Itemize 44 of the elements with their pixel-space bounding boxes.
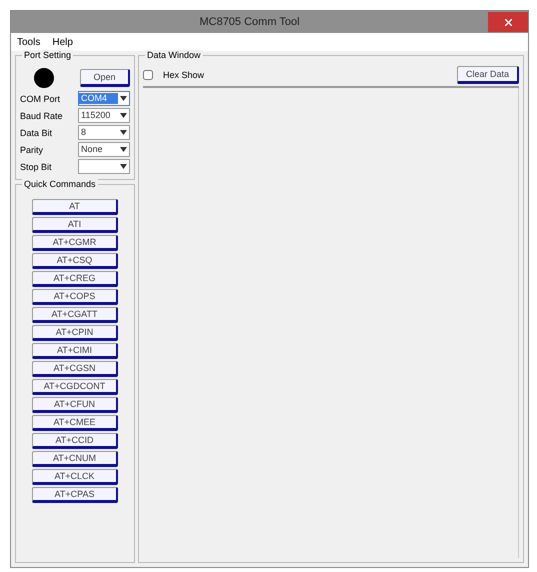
menu-item[interactable]: Tools bbox=[17, 36, 40, 48]
dropdown-field[interactable]: 115200 bbox=[78, 108, 130, 123]
command-button[interactable]: AT+CGATT bbox=[32, 307, 118, 323]
dropdown-field[interactable]: None bbox=[78, 142, 130, 157]
command-button[interactable]: AT+CMEE bbox=[32, 415, 118, 431]
field-label: Data Bit bbox=[20, 128, 52, 138]
caret-icon bbox=[120, 113, 127, 118]
caret-icon bbox=[120, 130, 127, 135]
field-label: Baud Rate bbox=[20, 110, 63, 120]
group-title: Quick Commands bbox=[22, 179, 98, 189]
command-button[interactable]: AT+COPS bbox=[32, 289, 118, 305]
caret-icon bbox=[120, 147, 127, 152]
command-button[interactable]: ATI bbox=[32, 217, 118, 233]
command-button[interactable]: AT+CGDCONT bbox=[32, 379, 118, 395]
menu-item[interactable]: Help bbox=[52, 36, 73, 48]
command-button[interactable]: AT bbox=[32, 199, 118, 215]
open-button[interactable]: Open bbox=[80, 69, 130, 87]
dropdown-field[interactable]: 8 bbox=[78, 125, 130, 140]
group-title: Data Window bbox=[145, 50, 203, 60]
group-title: Port Setting bbox=[22, 50, 74, 60]
dropdown-field[interactable]: COM4 bbox=[78, 91, 130, 106]
checkbox-label: Hex Show bbox=[163, 70, 204, 80]
command-button[interactable]: AT+CREG bbox=[32, 271, 118, 287]
clear-data-button[interactable]: Clear Data bbox=[457, 66, 519, 84]
field-label: Parity bbox=[20, 144, 44, 154]
close-button[interactable] bbox=[488, 12, 528, 32]
command-button[interactable]: AT+CCID bbox=[32, 433, 118, 449]
command-button[interactable]: AT+CLCK bbox=[32, 469, 118, 485]
caret-icon bbox=[120, 96, 127, 101]
command-button[interactable]: AT+CGMR bbox=[32, 235, 118, 251]
window-title: MC8705 Comm Tool bbox=[199, 16, 300, 28]
command-button[interactable]: AT+CPIN bbox=[32, 325, 118, 341]
caret-icon bbox=[120, 164, 127, 169]
field-label: COM Port bbox=[20, 94, 60, 104]
command-button[interactable]: AT+CPAS bbox=[32, 487, 118, 503]
command-button[interactable]: AT+CFUN bbox=[32, 397, 118, 413]
command-button[interactable]: AT+CNUM bbox=[32, 451, 118, 467]
command-button[interactable]: AT+CIMI bbox=[32, 343, 118, 359]
dropdown-field[interactable] bbox=[78, 159, 130, 174]
command-button[interactable]: AT+CSQ bbox=[32, 253, 118, 269]
command-button[interactable]: AT+CGSN bbox=[32, 361, 118, 377]
close-icon bbox=[504, 18, 512, 26]
field-label: Stop Bit bbox=[20, 162, 52, 172]
hex-show-checkbox[interactable] bbox=[143, 70, 153, 80]
